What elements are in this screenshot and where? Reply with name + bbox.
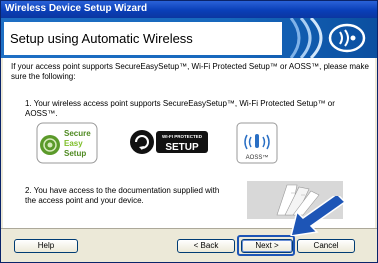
window-title: Wireless Device Setup Wizard: [5, 3, 148, 14]
pointer-arrow-icon: [290, 196, 345, 236]
wizard-header: Setup using Automatic Wireless: [1, 18, 377, 58]
wireless-waves-icon: [289, 18, 366, 58]
wifi-protected-setup-logo: WI-FI PROTECTED SETUP: [130, 130, 208, 154]
secure-easy-setup-logo: Secure Easy Setup: [36, 122, 98, 164]
back-button[interactable]: < Back: [177, 239, 235, 253]
help-button[interactable]: Help: [14, 239, 78, 253]
title-bar[interactable]: Wireless Device Setup Wizard: [1, 1, 377, 18]
intro-text: If your access point supports SecureEasy…: [11, 62, 369, 81]
next-button[interactable]: Next >: [241, 239, 293, 253]
page-title: Setup using Automatic Wireless: [4, 22, 282, 55]
wps-setup-text: SETUP: [165, 142, 199, 153]
wizard-window: Wireless Device Setup Wizard Setup using…: [0, 0, 378, 263]
requirement-2: 2. You have access to the documentation …: [25, 186, 220, 205]
aoss-logo: AOSS™: [236, 122, 278, 164]
setup-text: Setup: [64, 149, 86, 158]
cancel-button[interactable]: Cancel: [297, 239, 355, 253]
easy-text: Easy: [64, 139, 83, 148]
aoss-text: AOSS™: [246, 154, 269, 161]
secure-text: Secure: [64, 129, 91, 138]
wps-top-text: WI-FI PROTECTED: [162, 134, 203, 139]
requirement-1: 1. Your wireless access point supports S…: [25, 99, 335, 118]
